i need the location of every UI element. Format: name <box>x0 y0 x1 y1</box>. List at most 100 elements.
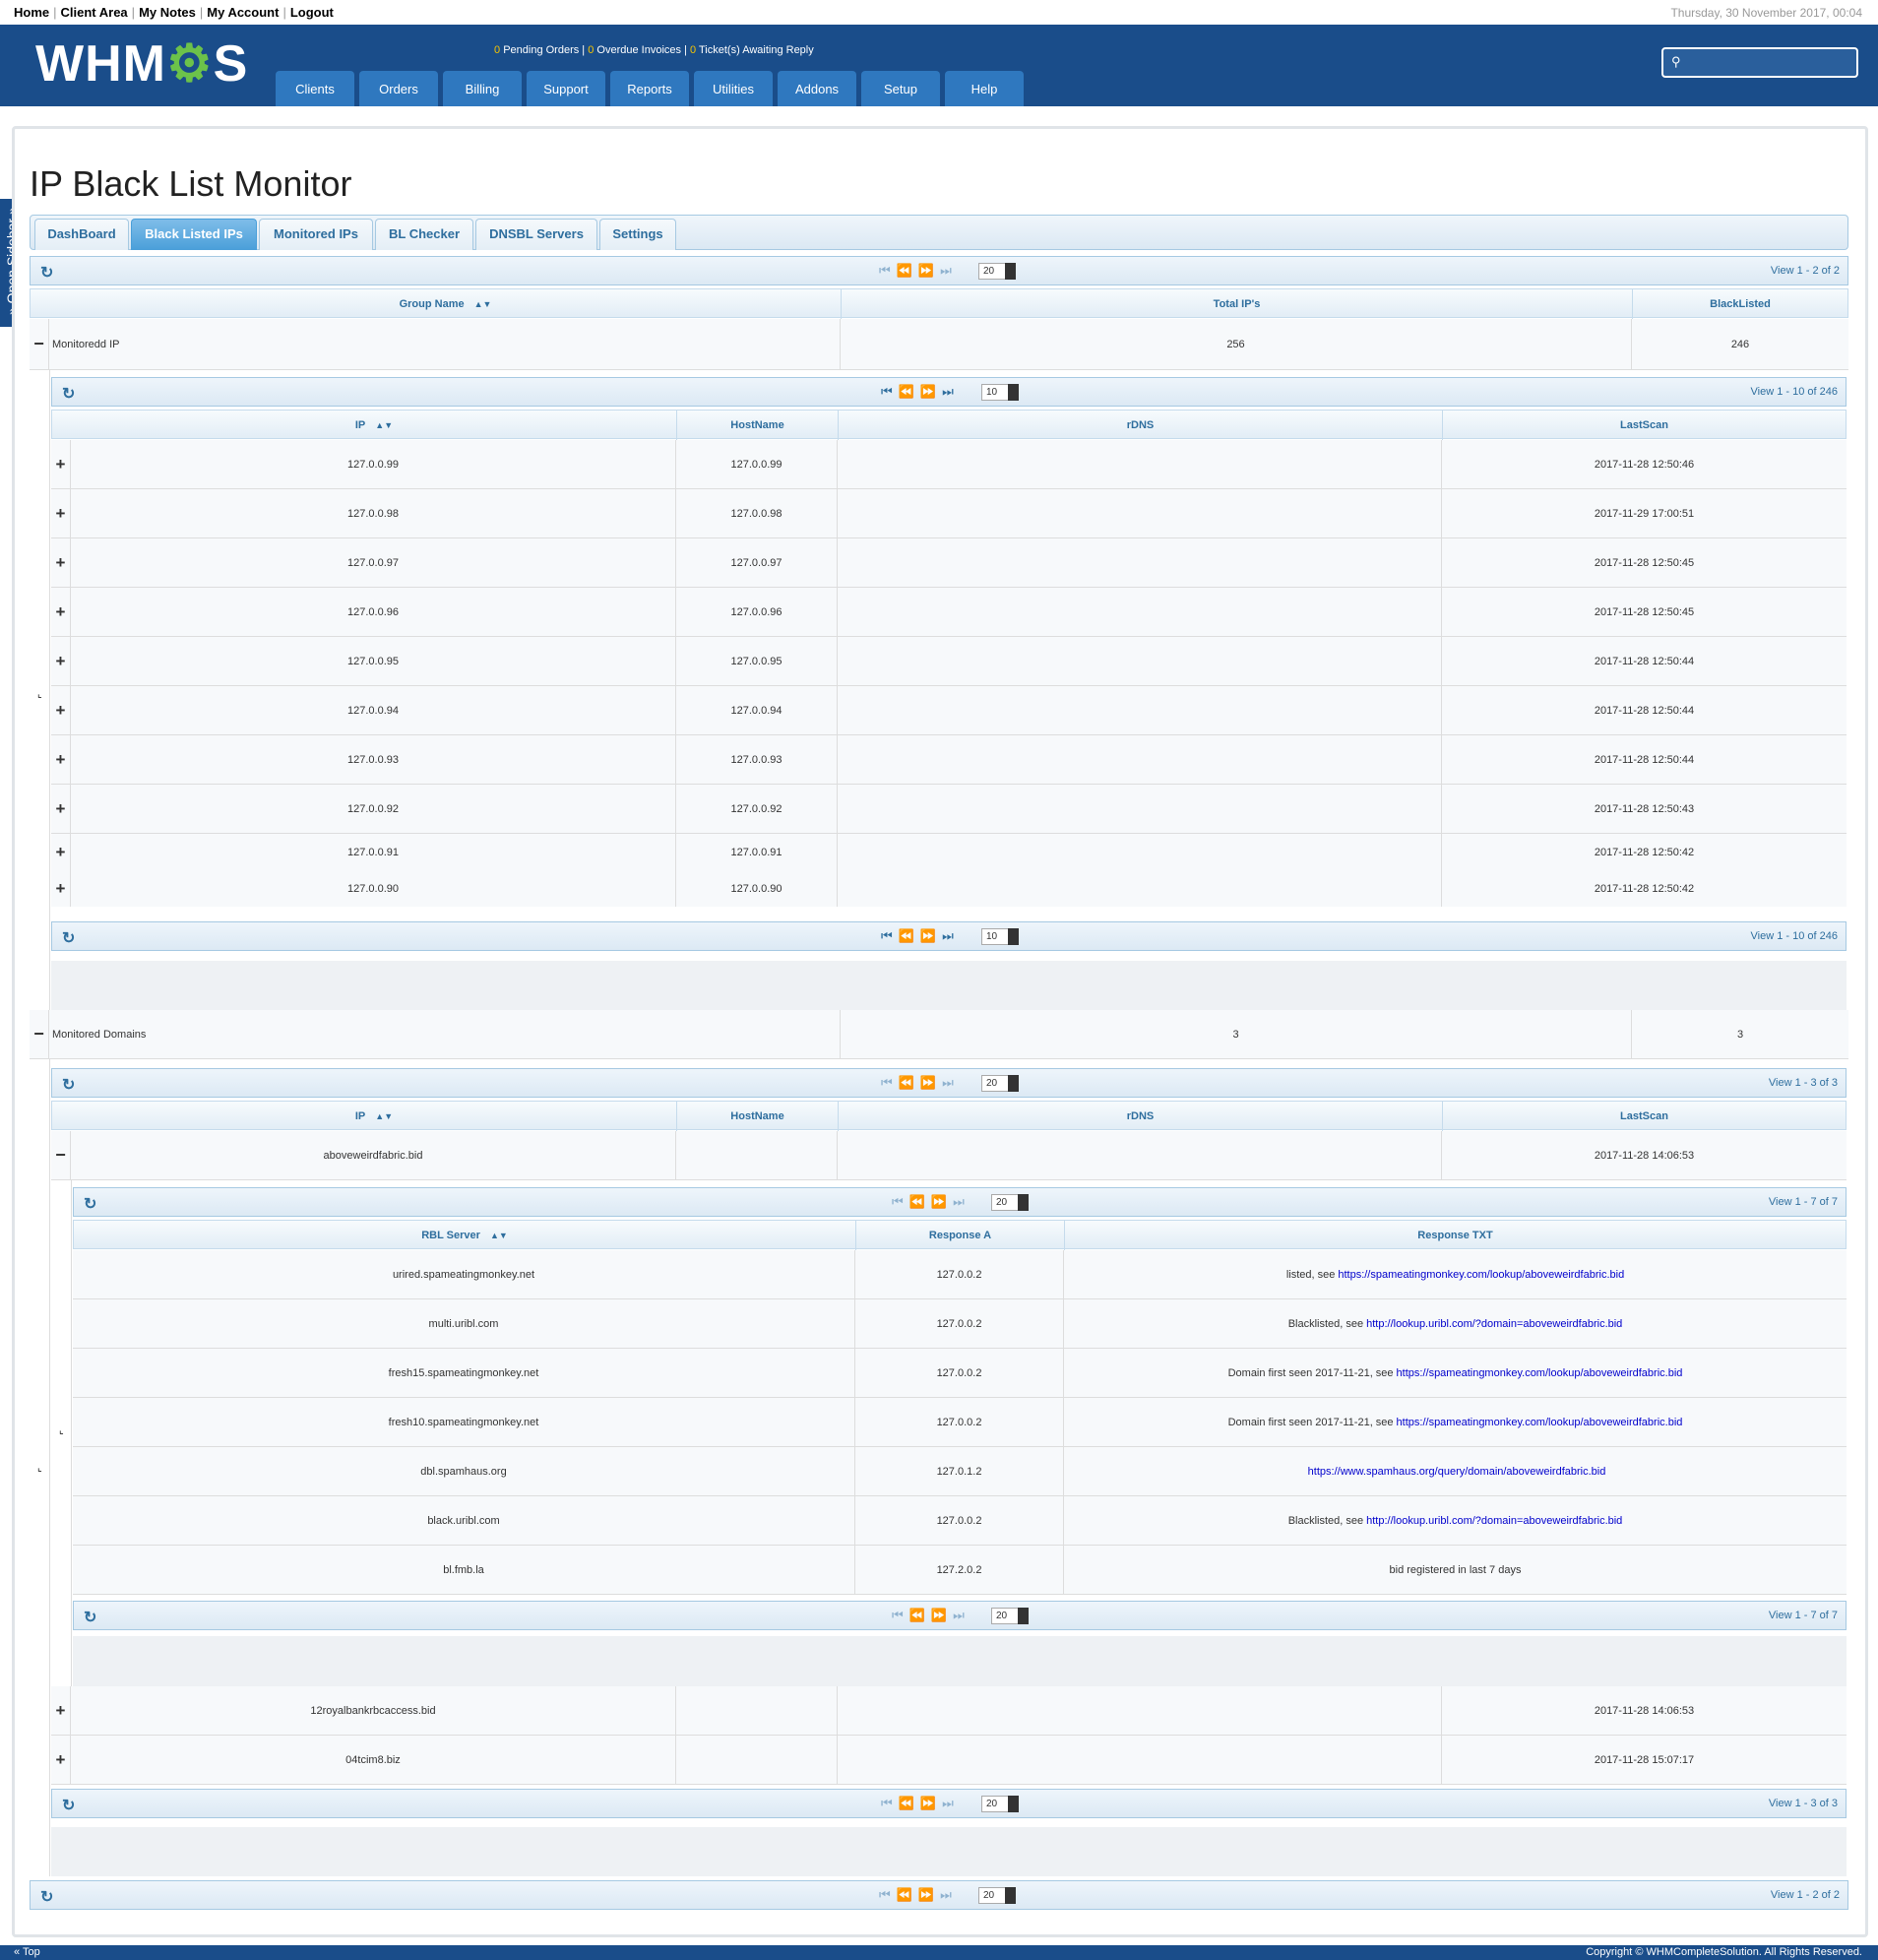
expand-icon[interactable]: + <box>51 686 71 734</box>
pager-nav-icons[interactable]: ⏮⏪⏩⏭ <box>879 1887 958 1903</box>
col-response-txt[interactable]: Response TXT <box>1065 1221 1846 1250</box>
table-row[interactable]: + 04tcim8.biz 2017-11-28 15:07:17 <box>51 1736 1847 1785</box>
table-row[interactable]: +127.0.0.98 127.0.0.98 2017-11-29 17:00:51 <box>51 489 1847 538</box>
col-rdns[interactable]: rDNS <box>839 1102 1443 1131</box>
nav-support[interactable]: Support <box>527 71 605 106</box>
nav-setup[interactable]: Setup <box>861 71 940 106</box>
pager-nav-icons[interactable]: ⏮⏪⏩⏭ <box>881 1796 960 1811</box>
page-size-select[interactable]: 20 <box>978 1887 1016 1904</box>
tickets-link[interactable]: Ticket(s) Awaiting Reply <box>699 44 814 56</box>
col-rbl-server[interactable]: RBL Server ▲▼ <box>74 1221 856 1250</box>
whmcs-logo[interactable]: WHM⚙S <box>35 38 248 90</box>
pager-nav-icons[interactable]: ⏮⏪⏩⏭ <box>879 263 958 279</box>
lookup-link[interactable]: https://spameatingmonkey.com/lookup/abov… <box>1338 1269 1624 1281</box>
refresh-icon[interactable]: ↻ <box>40 1887 53 1907</box>
tab-monitored-ips[interactable]: Monitored IPs <box>259 219 373 250</box>
col-blacklisted[interactable]: BlackListed <box>1633 289 1847 319</box>
tab-bl-checker[interactable]: BL Checker <box>375 219 473 250</box>
nav-orders[interactable]: Orders <box>359 71 438 106</box>
expand-icon[interactable]: + <box>51 870 71 907</box>
nav-help[interactable]: Help <box>945 71 1024 106</box>
tab-dnsbl-servers[interactable]: DNSBL Servers <box>475 219 597 250</box>
collapse-icon[interactable]: − <box>30 1010 49 1058</box>
refresh-icon[interactable]: ↻ <box>62 1075 75 1095</box>
refresh-icon[interactable]: ↻ <box>62 928 75 948</box>
lookup-link[interactable]: https://spameatingmonkey.com/lookup/abov… <box>1397 1417 1683 1428</box>
col-group-name[interactable]: Group Name ▲▼ <box>50 289 842 319</box>
table-row[interactable]: +127.0.0.94 127.0.0.94 2017-11-28 12:50:44 <box>51 686 1847 735</box>
pager-nav-icons[interactable]: ⏮⏪⏩⏭ <box>881 928 960 944</box>
nav-clients[interactable]: Clients <box>276 71 354 106</box>
col-hostname[interactable]: HostName <box>677 1102 839 1131</box>
page-size-select[interactable]: 20 <box>991 1608 1029 1624</box>
col-ip[interactable]: IP ▲▼ <box>72 1102 677 1131</box>
group-row[interactable]: − Monitored Domains 3 3 <box>30 1010 1848 1059</box>
expand-icon[interactable]: + <box>51 834 71 870</box>
nav-utilities[interactable]: Utilities <box>694 71 773 106</box>
client-area-link[interactable]: Client Area <box>61 5 128 20</box>
refresh-icon[interactable]: ↻ <box>84 1194 96 1214</box>
expand-icon[interactable]: + <box>51 489 71 537</box>
lookup-link[interactable]: https://www.spamhaus.org/query/domain/ab… <box>1308 1466 1606 1478</box>
my-account-link[interactable]: My Account <box>207 5 279 20</box>
refresh-icon[interactable]: ↻ <box>40 263 53 283</box>
col-hostname[interactable]: HostName <box>677 411 839 440</box>
tab-dashboard[interactable]: DashBoard <box>34 219 129 250</box>
table-row[interactable]: +127.0.0.92 127.0.0.92 2017-11-28 12:50:43 <box>51 785 1847 834</box>
col-total-ips[interactable]: Total IP's <box>842 289 1633 319</box>
page-size-select[interactable]: 10 <box>981 928 1019 945</box>
back-to-top-link[interactable]: « Top <box>14 1946 40 1958</box>
col-rdns[interactable]: rDNS <box>839 411 1443 440</box>
expand-icon[interactable]: + <box>51 440 71 488</box>
table-row[interactable]: − aboveweirdfabric.bid 2017-11-28 14:06:… <box>51 1131 1847 1180</box>
tab-black-listed-ips[interactable]: Black Listed IPs <box>131 219 257 250</box>
lookup-link[interactable]: http://lookup.uribl.com/?domain=abovewei… <box>1366 1515 1622 1527</box>
pager-nav-icons[interactable]: ⏮⏪⏩⏭ <box>881 1075 960 1091</box>
expand-icon[interactable]: + <box>51 735 71 784</box>
expand-icon[interactable]: + <box>51 588 71 636</box>
home-link[interactable]: Home <box>14 5 49 20</box>
nav-addons[interactable]: Addons <box>778 71 856 106</box>
group-row[interactable]: − Monitoredd IP 256 246 <box>30 319 1848 370</box>
expand-icon[interactable]: + <box>51 538 71 587</box>
expand-icon[interactable]: + <box>51 785 71 833</box>
page-size-select[interactable]: 20 <box>978 263 1016 280</box>
lookup-link[interactable]: https://spameatingmonkey.com/lookup/abov… <box>1397 1367 1683 1379</box>
search-input[interactable]: ⚲ <box>1661 47 1858 78</box>
page-size-select[interactable]: 10 <box>981 384 1019 401</box>
col-lastscan[interactable]: LastScan <box>1443 1102 1846 1131</box>
table-row[interactable]: +127.0.0.91 127.0.0.91 2017-11-28 12:50:42 <box>51 834 1847 870</box>
overdue-invoices-link[interactable]: Overdue Invoices <box>596 44 681 56</box>
my-notes-link[interactable]: My Notes <box>139 5 196 20</box>
page-size-select[interactable]: 20 <box>981 1075 1019 1092</box>
expand-icon[interactable]: + <box>51 1686 71 1735</box>
pager-nav-icons[interactable]: ⏮⏪⏩⏭ <box>892 1608 970 1623</box>
table-row[interactable]: +127.0.0.97 127.0.0.97 2017-11-28 12:50:45 <box>51 538 1847 588</box>
lookup-link[interactable]: http://lookup.uribl.com/?domain=abovewei… <box>1366 1318 1622 1330</box>
table-row[interactable]: + 12royalbankrbcaccess.bid 2017-11-28 14… <box>51 1686 1847 1736</box>
nav-reports[interactable]: Reports <box>610 71 689 106</box>
pager-nav-icons[interactable]: ⏮⏪⏩⏭ <box>892 1194 970 1210</box>
table-row[interactable]: +127.0.0.90 127.0.0.90 2017-11-28 12:50:42 <box>51 870 1847 907</box>
col-lastscan[interactable]: LastScan <box>1443 411 1846 440</box>
col-response-a[interactable]: Response A <box>856 1221 1065 1250</box>
pending-orders-link[interactable]: Pending Orders <box>503 44 579 56</box>
pager-nav-icons[interactable]: ⏮⏪⏩⏭ <box>881 384 960 400</box>
col-ip[interactable]: IP ▲▼ <box>72 411 677 440</box>
page-size-select[interactable]: 20 <box>981 1796 1019 1812</box>
nav-billing[interactable]: Billing <box>443 71 522 106</box>
page-size-select[interactable]: 20 <box>991 1194 1029 1211</box>
logout-link[interactable]: Logout <box>290 5 334 20</box>
refresh-icon[interactable]: ↻ <box>62 384 75 404</box>
refresh-icon[interactable]: ↻ <box>62 1796 75 1815</box>
refresh-icon[interactable]: ↻ <box>84 1608 96 1627</box>
table-row[interactable]: +127.0.0.96 127.0.0.96 2017-11-28 12:50:45 <box>51 588 1847 637</box>
expand-icon[interactable]: + <box>51 637 71 685</box>
collapse-icon[interactable]: − <box>51 1131 71 1179</box>
tab-settings[interactable]: Settings <box>599 219 676 250</box>
expand-icon[interactable]: + <box>51 1736 71 1784</box>
table-row[interactable]: +127.0.0.99 127.0.0.99 2017-11-28 12:50:46 <box>51 440 1847 489</box>
collapse-icon[interactable]: − <box>30 319 49 369</box>
table-row[interactable]: +127.0.0.95 127.0.0.95 2017-11-28 12:50:44 <box>51 637 1847 686</box>
table-row[interactable]: +127.0.0.93 127.0.0.93 2017-11-28 12:50:44 <box>51 735 1847 785</box>
